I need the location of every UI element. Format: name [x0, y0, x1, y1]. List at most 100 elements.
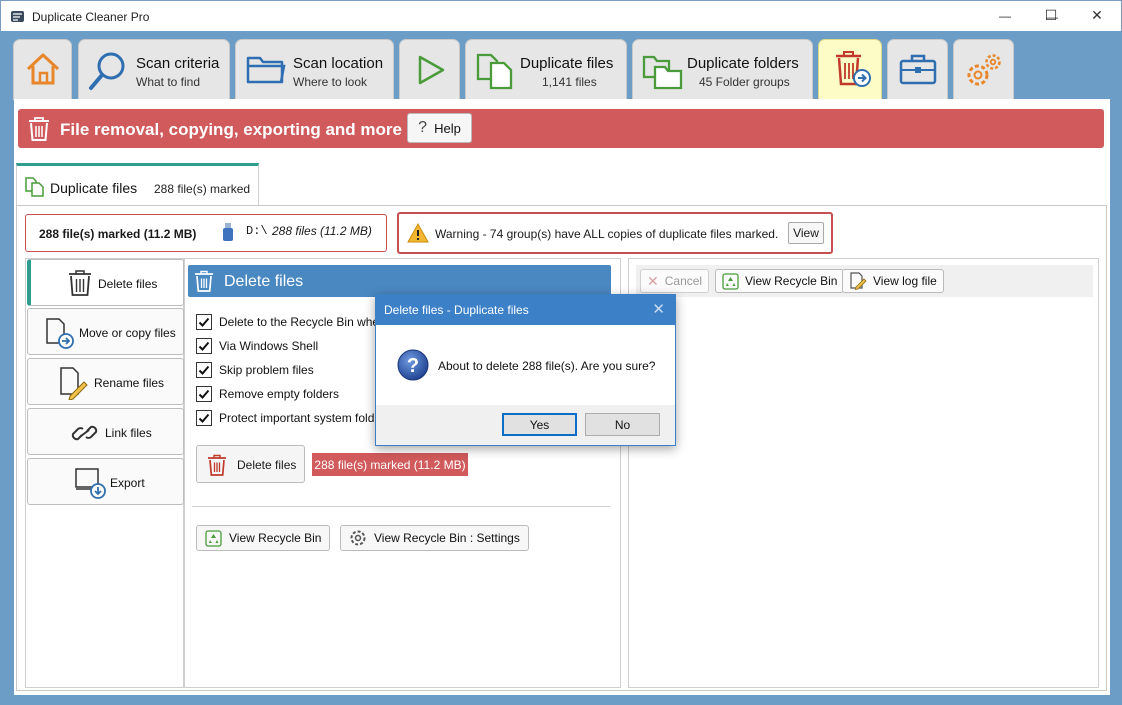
help-label: Help: [434, 120, 461, 136]
subtab-subtitle: 288 file(s) marked: [154, 182, 251, 196]
tab-scan-criteria[interactable]: Scan criteria What to find: [78, 39, 230, 100]
option-protect-system-checkbox[interactable]: [196, 410, 212, 426]
delete-trash-icon: [208, 454, 226, 476]
nav-link-files-label: Link files: [105, 426, 152, 440]
warning-text: Warning - 74 group(s) have ALL copies of…: [435, 227, 779, 241]
option-windows-shell-label: Via Windows Shell: [219, 339, 319, 353]
log-view-recycle-bin-button[interactable]: View Recycle Bin: [715, 269, 845, 293]
banner-trash-icon: [29, 117, 49, 141]
toolbox-icon: [899, 54, 937, 85]
view-recycle-bin-button[interactable]: View Recycle Bin: [196, 525, 331, 551]
magnifier-icon: [89, 52, 125, 90]
nav-link-files[interactable]: Link files: [27, 408, 184, 455]
subtab-duplicate-files[interactable]: Duplicate files 288 file(s) marked: [16, 163, 259, 205]
dialog-titlebar: Delete files - Duplicate files ✕: [376, 295, 675, 325]
dialog-message: About to delete 288 file(s). Are you sur…: [438, 359, 656, 373]
view-log-file-button[interactable]: View log file: [842, 269, 944, 293]
nav-delete-files-label: Delete files: [98, 277, 158, 291]
nav-export-label: Export: [110, 476, 145, 490]
nav-delete-files[interactable]: Delete files: [27, 259, 184, 306]
recycle-icon: [722, 272, 739, 290]
tab-duplicate-folders-title: Duplicate folders: [687, 55, 799, 72]
option-remove-empty-folders-checkbox[interactable]: [196, 386, 212, 402]
checkmark-icon: [198, 341, 210, 351]
play-icon: [418, 55, 445, 85]
app-logo-icon: [11, 11, 24, 22]
log-view-recycle-bin-label: View Recycle Bin: [745, 274, 838, 288]
view-recycle-bin-settings-button[interactable]: View Recycle Bin : Settings: [340, 525, 529, 551]
tab-file-removal[interactable]: [818, 39, 882, 100]
option-protect-system[interactable]: Protect important system fold: [196, 409, 374, 427]
view-recycle-bin-label: View Recycle Bin: [229, 531, 322, 545]
option-windows-shell[interactable]: Via Windows Shell: [196, 337, 318, 355]
question-icon: ?: [397, 349, 429, 381]
close-window-icon: ✕: [1091, 7, 1103, 23]
maximize-window-button[interactable]: ☐: [1028, 0, 1074, 31]
help-button[interactable]: ? Help: [407, 113, 472, 143]
nav-export[interactable]: Export: [27, 458, 184, 505]
marked-summary-box: 288 file(s) marked (11.2 MB) D:\ 288 fil…: [25, 214, 387, 252]
drive-letter: D:\: [246, 224, 268, 238]
gear-icon: [350, 530, 366, 546]
rename-icon: [60, 367, 88, 400]
nav-rename-files[interactable]: Rename files: [27, 358, 184, 405]
warning-view-button[interactable]: View: [788, 222, 824, 244]
checkmark-icon: [198, 365, 210, 375]
dialog-no-button[interactable]: No: [585, 413, 660, 436]
dialog-close-icon[interactable]: ✕: [652, 300, 665, 318]
option-recycle-bin-checkbox[interactable]: [196, 314, 212, 330]
export-icon: [75, 468, 106, 499]
dialog-yes-button[interactable]: Yes: [502, 413, 577, 436]
duplicate-folders-icon: [642, 55, 683, 90]
dialog-title: Delete files - Duplicate files: [384, 303, 529, 317]
drive-files-summary: 288 files (11.2 MB): [272, 224, 372, 238]
cancel-icon: ✕: [647, 272, 659, 289]
cancel-button[interactable]: ✕ Cancel: [640, 269, 710, 293]
maximize-window-icon: ☐: [1044, 7, 1058, 23]
tab-settings[interactable]: [953, 39, 1014, 100]
tab-scan-location[interactable]: Scan location Where to look: [235, 39, 394, 100]
trash-icon: [69, 270, 91, 296]
delete-files-header-text: Delete files: [224, 273, 304, 290]
confirm-delete-dialog: Delete files - Duplicate files ✕ ? About…: [375, 294, 676, 446]
window-title: Duplicate Cleaner Pro: [32, 10, 150, 24]
warning-box: Warning - 74 group(s) have ALL copies of…: [397, 212, 833, 254]
tab-tools[interactable]: [887, 39, 948, 100]
delete-files-button-label: Delete files: [237, 458, 297, 472]
close-window-button[interactable]: ✕: [1074, 0, 1120, 31]
nav-rename-files-label: Rename files: [94, 376, 165, 390]
delete-files-header: Delete files: [188, 265, 611, 297]
tab-scan-criteria-title: Scan criteria: [136, 55, 220, 72]
move-copy-icon: [46, 318, 74, 349]
window-titlebar: Duplicate Cleaner Pro —: [0, 0, 1122, 31]
option-skip-problem[interactable]: Skip problem files: [196, 361, 314, 379]
nav-move-copy-files-label: Move or copy files: [79, 326, 176, 340]
warning-icon: [407, 223, 429, 243]
tab-start-scan[interactable]: [399, 39, 460, 100]
option-windows-shell-checkbox[interactable]: [196, 338, 212, 354]
tab-scan-location-title: Scan location: [293, 55, 384, 72]
option-remove-empty-folders-label: Remove empty folders: [219, 387, 340, 401]
option-remove-empty-folders[interactable]: Remove empty folders: [196, 385, 339, 403]
option-recycle-bin[interactable]: Delete to the Recycle Bin whe: [196, 313, 379, 331]
banner-title: File removal, copying, exporting and mor…: [60, 120, 402, 139]
house-icon: [26, 53, 60, 85]
nav-move-copy-files[interactable]: Move or copy files: [27, 308, 184, 355]
question-icon: ?: [418, 119, 428, 136]
delete-files-button[interactable]: Delete files: [196, 445, 305, 483]
checkmark-icon: [198, 413, 210, 423]
minimize-window-button[interactable]: —: [982, 0, 1028, 31]
subtab-duplicate-files-icon: [25, 177, 44, 197]
link-icon: [71, 425, 98, 441]
tab-home[interactable]: [13, 39, 72, 100]
tab-scan-criteria-subtitle: What to find: [136, 75, 201, 89]
tab-duplicate-folders[interactable]: Duplicate folders 45 Folder groups: [632, 39, 813, 100]
tab-duplicate-files[interactable]: Duplicate files 1,141 files: [465, 39, 627, 100]
divider: [192, 506, 610, 507]
option-skip-problem-checkbox[interactable]: [196, 362, 212, 378]
subtab-title: Duplicate files: [50, 180, 138, 196]
tab-duplicate-files-title: Duplicate files: [520, 55, 614, 72]
file-removal-banner: File removal, copying, exporting and mor…: [18, 109, 1104, 148]
gears-icon: [967, 54, 1001, 86]
svg-text:?: ?: [407, 355, 419, 377]
